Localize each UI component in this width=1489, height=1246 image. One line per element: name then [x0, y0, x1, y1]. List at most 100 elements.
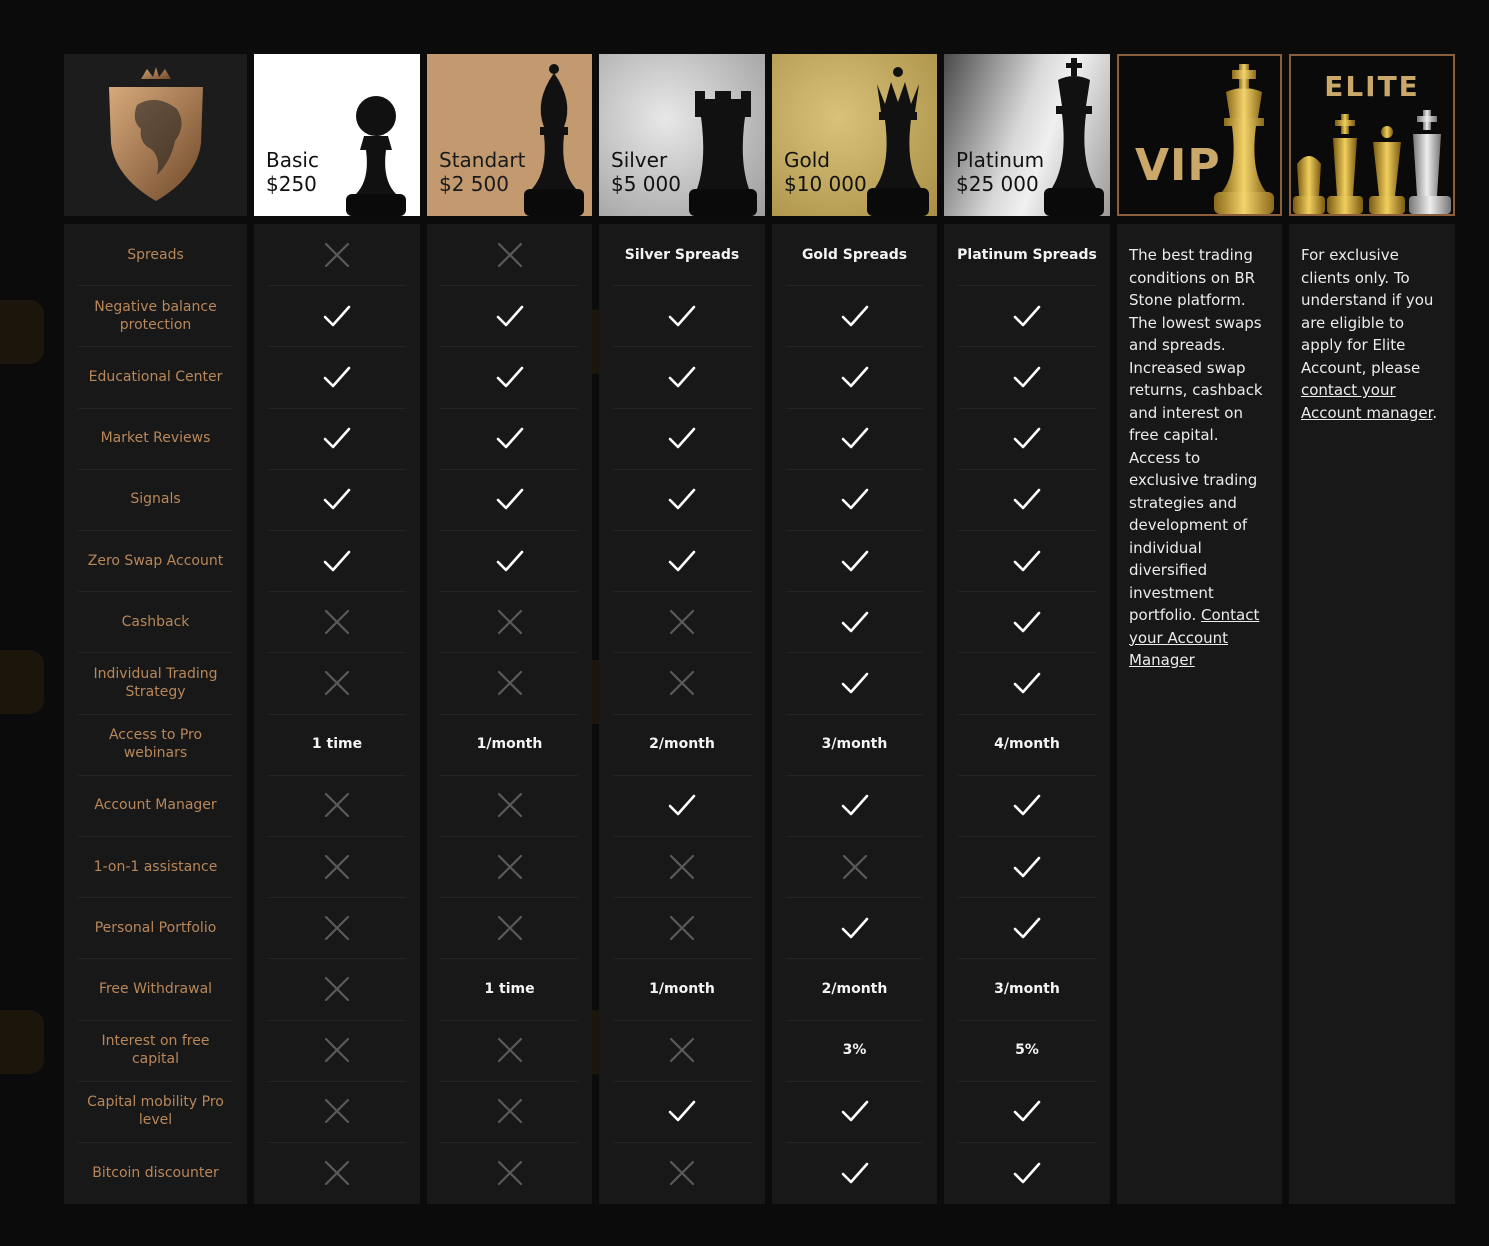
table-cell	[427, 591, 592, 652]
row-divider	[613, 1080, 751, 1082]
table-cell	[427, 285, 592, 346]
check-icon	[668, 427, 696, 449]
tier-header-standart[interactable]: Standart $2 500	[427, 54, 592, 216]
check-icon	[668, 305, 696, 326]
table-cell	[772, 346, 937, 407]
table-cell: Platinum Spreads	[944, 224, 1110, 285]
cell-value: Platinum Spreads	[957, 246, 1097, 263]
platinum-column: Platinum Spreads 4/month 3/month 5%	[944, 224, 1110, 1204]
cross-icon	[324, 1099, 350, 1124]
check-icon	[1013, 427, 1041, 449]
table-cell	[427, 224, 592, 285]
table-cell	[772, 469, 937, 530]
tier-header-platinum[interactable]: Platinum $25 000	[944, 54, 1110, 216]
cross-icon	[497, 1037, 522, 1063]
table-cell	[772, 775, 937, 836]
cross-icon	[324, 793, 350, 818]
feature-label-row: Personal Portfolio	[64, 897, 247, 958]
row-divider	[78, 836, 233, 837]
table-cell	[599, 1081, 765, 1142]
row-divider	[78, 774, 233, 776]
table-cell	[772, 285, 937, 346]
row-divider	[613, 836, 751, 837]
row-divider	[441, 774, 578, 776]
tier-header-elite[interactable]: ELITE	[1289, 54, 1455, 216]
pawn-icon	[346, 96, 406, 216]
elite-contact-link[interactable]: contact your Account manager	[1301, 381, 1432, 422]
table-cell	[772, 836, 937, 897]
lion-shield-icon	[108, 67, 203, 201]
check-icon	[841, 550, 868, 571]
table-cell	[254, 346, 420, 407]
table-cell: Silver Spreads	[599, 224, 765, 285]
cross-icon	[669, 1037, 695, 1063]
feature-label-row: Bitcoin discounter	[64, 1142, 247, 1203]
row-divider	[958, 713, 1096, 715]
row-divider	[786, 713, 923, 715]
row-divider	[268, 285, 406, 287]
table-cell	[427, 836, 592, 897]
tier-header-vip[interactable]: VIP	[1117, 54, 1282, 216]
table-cell	[944, 1081, 1110, 1142]
row-divider	[958, 774, 1096, 776]
row-divider	[78, 1142, 233, 1143]
row-divider	[786, 958, 923, 960]
tier-header-gold[interactable]: Gold $10 000	[772, 54, 937, 216]
elite-description-text: For exclusive clients only. To understan…	[1301, 246, 1434, 377]
row-divider	[958, 1142, 1096, 1143]
row-divider	[441, 897, 578, 899]
row-divider	[613, 346, 751, 348]
feature-label-row: Market Reviews	[64, 408, 247, 469]
table-cell	[254, 469, 420, 530]
row-divider	[78, 713, 233, 715]
row-divider	[78, 407, 233, 409]
row-divider	[958, 836, 1096, 837]
table-cell: 2/month	[772, 958, 937, 1019]
table-cell	[772, 1081, 937, 1142]
row-divider	[786, 346, 923, 348]
table-cell	[599, 836, 765, 897]
check-icon	[496, 488, 523, 510]
row-divider	[268, 958, 406, 960]
basic-column: 1 time	[254, 224, 420, 1204]
table-cell	[944, 408, 1110, 469]
elite-title: ELITE	[1324, 70, 1420, 103]
row-divider	[441, 285, 578, 287]
check-icon	[841, 794, 868, 816]
vip-title: VIP	[1135, 140, 1221, 191]
table-cell	[427, 530, 592, 591]
check-icon	[496, 550, 523, 571]
table-cell	[254, 224, 420, 285]
cell-value: Silver Spreads	[624, 246, 740, 263]
check-icon	[1013, 488, 1041, 510]
feature-label-row: Negative balance protection	[64, 285, 247, 346]
check-icon	[1013, 1100, 1041, 1122]
row-divider	[268, 346, 406, 348]
feature-label: Signals	[130, 491, 181, 508]
tier-title: Basic $250	[266, 148, 319, 196]
tier-header-silver[interactable]: Silver $5 000	[599, 54, 765, 216]
row-divider	[78, 958, 233, 960]
cross-icon	[324, 854, 350, 879]
table-cell	[427, 897, 592, 958]
feature-label-row: Access to Pro webinars	[64, 714, 247, 775]
row-divider	[268, 713, 406, 715]
feature-label: Educational Center	[88, 368, 223, 385]
feature-label-row: Individual Trading Strategy	[64, 652, 247, 713]
table-cell	[599, 469, 765, 530]
row-divider	[441, 591, 578, 593]
row-divider	[441, 1019, 578, 1021]
table-cell	[599, 897, 765, 958]
table-cell	[599, 1142, 765, 1203]
cross-icon	[669, 670, 695, 695]
tier-title: Standart $2 500	[439, 148, 526, 196]
cross-icon	[669, 1160, 695, 1185]
row-divider	[268, 897, 406, 899]
tier-title: Gold $10 000	[784, 148, 867, 196]
elite-column: For exclusive clients only. To understan…	[1289, 224, 1455, 1204]
row-divider	[268, 1142, 406, 1143]
feature-labels-column: Spreads Negative balance protection Educat…	[64, 224, 247, 1204]
tier-header-basic[interactable]: Basic $250	[254, 54, 420, 216]
cell-value: 2/month	[821, 980, 888, 997]
feature-label-row: Account Manager	[64, 775, 247, 836]
